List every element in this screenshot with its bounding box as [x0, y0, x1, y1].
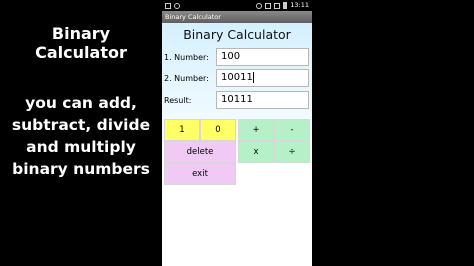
delete-button[interactable]: delete	[164, 141, 236, 163]
number2-value: 10011	[221, 72, 253, 83]
digit-0-button[interactable]: 0	[200, 119, 236, 141]
calculator-app: Binary Calculator 1. Number: 100 2. Numb…	[162, 23, 312, 266]
sync-icon	[174, 2, 180, 9]
text-cursor	[252, 71, 254, 83]
alarm-icon	[256, 2, 263, 9]
multiply-button[interactable]: x	[238, 141, 274, 163]
number1-field[interactable]: 100	[216, 48, 309, 66]
signal-icon	[274, 2, 281, 9]
add-button[interactable]: +	[238, 119, 274, 141]
number1-label: 1. Number:	[164, 53, 209, 62]
number2-field[interactable]: 10011	[216, 69, 309, 87]
result-label: Result:	[164, 96, 192, 105]
digit-1-button[interactable]: 1	[164, 119, 200, 141]
number1-value: 100	[221, 51, 241, 62]
exit-button[interactable]: exit	[164, 163, 236, 185]
status-bar: 13:11	[162, 0, 312, 11]
result-value: 10111	[221, 94, 253, 105]
page-title: Binary Calculator	[183, 27, 291, 42]
number2-label: 2. Number:	[164, 74, 209, 83]
subtract-button[interactable]: -	[274, 119, 310, 141]
battery-icon	[283, 2, 288, 9]
wifi-icon	[265, 2, 272, 9]
divide-button[interactable]: ÷	[274, 141, 310, 163]
phone-screen: 13:11 Binary Calculator Binary Calculato…	[162, 0, 312, 266]
result-field: 10111	[216, 91, 309, 109]
caption-title: Binary Calculator	[35, 24, 127, 62]
status-time: 13:11	[290, 1, 309, 9]
app-titlebar: Binary Calculator	[162, 11, 312, 23]
notification-icon	[165, 2, 171, 9]
caption-body: you can add, subtract, divide and multip…	[11, 94, 151, 178]
